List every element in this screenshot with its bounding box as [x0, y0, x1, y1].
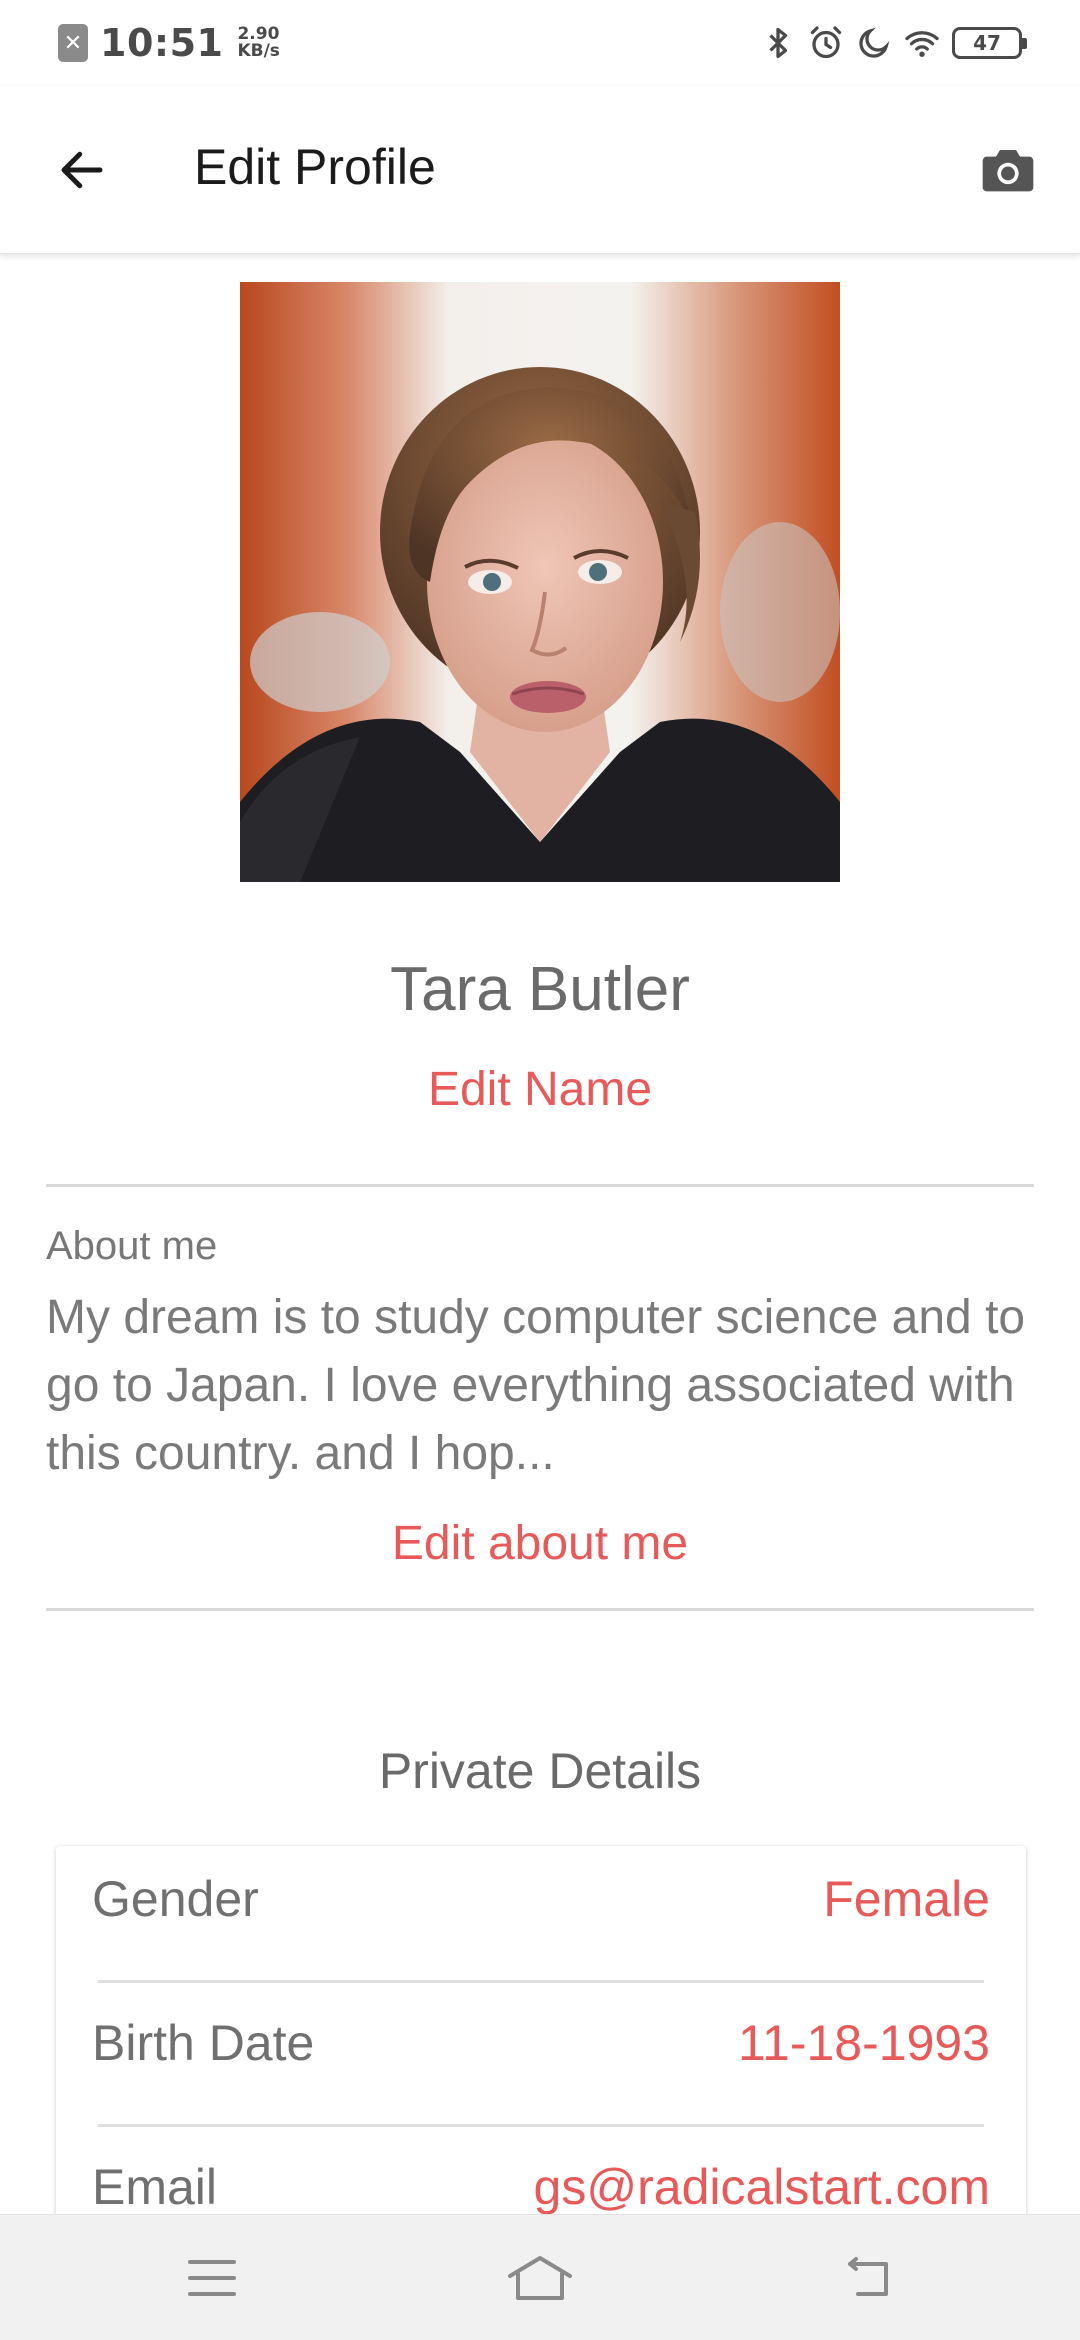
- row-divider: [98, 1980, 984, 1983]
- moon-icon: [859, 27, 890, 58]
- birth-date-value[interactable]: 11-18-1993: [738, 2014, 990, 2072]
- back-button[interactable]: [40, 128, 124, 212]
- app-bar: Edit Profile: [0, 86, 1080, 254]
- divider: [46, 1608, 1034, 1611]
- battery-icon: 47: [952, 27, 1027, 59]
- sim-off-icon: ✕: [58, 24, 88, 62]
- birth-date-label: Birth Date: [92, 2015, 315, 2071]
- edit-about-me-button[interactable]: Edit about me: [290, 1516, 790, 1571]
- email-label: Email: [92, 2159, 218, 2214]
- bluetooth-icon: [769, 27, 788, 59]
- home-button[interactable]: [498, 2243, 582, 2313]
- status-bar-left: ✕ 10:51 2.90 KB/s: [58, 20, 280, 66]
- status-time: 10:51: [100, 21, 224, 65]
- back-icon: [848, 2257, 888, 2296]
- edit-name-button[interactable]: Edit Name: [340, 1062, 740, 1117]
- status-bar-right: 47: [760, 20, 1027, 66]
- profile-content: Tara Butler Edit Name About me My dream …: [0, 254, 1080, 2214]
- menu-icon: [188, 2260, 236, 2296]
- system-back-button[interactable]: [826, 2243, 910, 2313]
- gender-label: Gender: [92, 1871, 259, 1927]
- page-title: Edit Profile: [194, 139, 436, 195]
- status-bar: ✕ 10:51 2.90 KB/s 47: [0, 0, 1080, 86]
- camera-icon: [982, 150, 1034, 192]
- network-speed: 2.90 KB/s: [237, 26, 279, 60]
- about-me-text: My dream is to study computer science an…: [46, 1291, 1026, 1480]
- recent-apps-button[interactable]: [170, 2243, 254, 2313]
- email-row[interactable]: Email gs@radicalstart.com: [92, 2134, 990, 2214]
- camera-button[interactable]: [966, 128, 1050, 212]
- divider: [46, 1184, 1034, 1187]
- email-value[interactable]: gs@radicalstart.com: [534, 2158, 990, 2214]
- network-speed-unit: KB/s: [237, 41, 280, 61]
- gender-row[interactable]: Gender Female: [92, 1846, 990, 1946]
- gender-value[interactable]: Female: [823, 1870, 990, 1928]
- battery-level: 47: [973, 31, 1001, 55]
- birth-date-row[interactable]: Birth Date 11-18-1993: [92, 1990, 990, 2090]
- profile-photo-image: [240, 282, 840, 882]
- home-icon: [508, 2256, 572, 2300]
- alarm-icon: [810, 26, 842, 59]
- private-details-card: Gender Female Birth Date 11-18-1993 Emai…: [56, 1846, 1026, 2214]
- arrow-left-icon: [61, 151, 103, 189]
- wifi-icon: [905, 31, 939, 57]
- about-me-label: About me: [46, 1224, 218, 1268]
- profile-photo[interactable]: [240, 282, 840, 882]
- row-divider: [98, 2124, 984, 2127]
- private-details-title: Private Details: [378, 1743, 702, 1799]
- system-nav-bar: [0, 2214, 1080, 2340]
- profile-name: Tara Butler: [390, 955, 690, 1024]
